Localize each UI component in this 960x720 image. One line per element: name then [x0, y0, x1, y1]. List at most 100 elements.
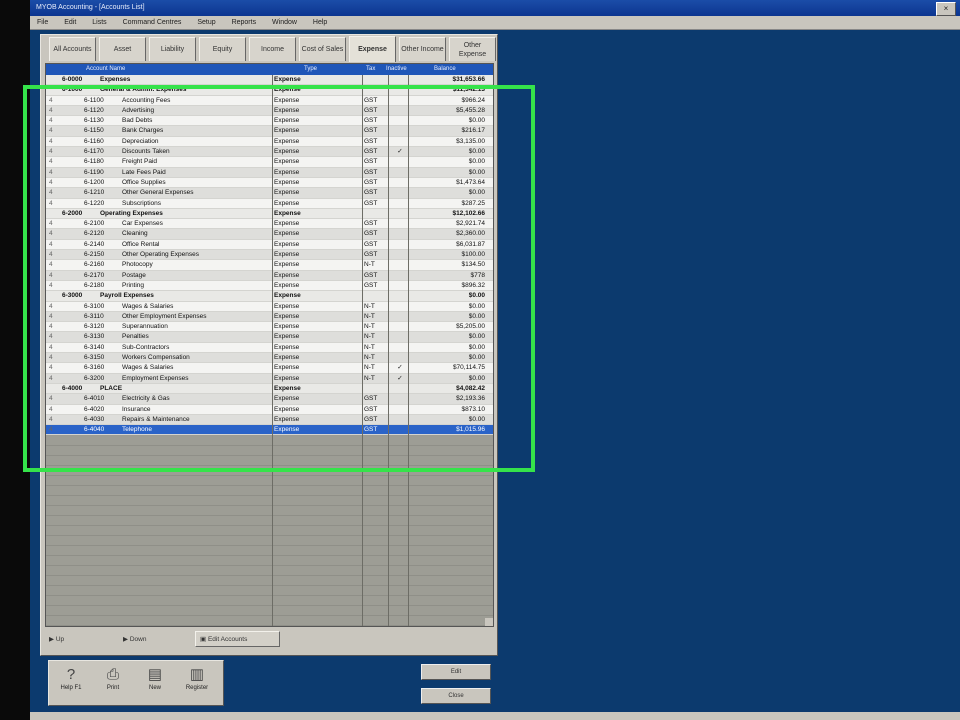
account-row[interactable]: 4 6-1120 Advertising Expense GST $5,455.28 — [46, 105, 493, 117]
account-row[interactable]: 6-2000 Operating Expenses Expense $12,102.6… — [46, 208, 493, 220]
tax-code: GST — [364, 137, 378, 145]
account-balance: $1,015.96 — [456, 426, 485, 434]
close-button[interactable]: × — [936, 2, 956, 16]
account-row[interactable]: 4 6-3110 Other Employment Expenses Expense N… — [46, 311, 493, 323]
account-row[interactable]: 4 6-1200 Office Supplies Expense GST $1,473.6… — [46, 177, 493, 189]
account-balance: $873.10 — [461, 405, 486, 413]
tab-expense[interactable]: Expense — [349, 36, 396, 62]
account-level: 4 — [49, 374, 53, 382]
radio-down[interactable]: ▶ Down — [123, 635, 146, 643]
edit-accounts-label: Edit Accounts — [207, 636, 248, 643]
tab-equity[interactable]: Equity — [199, 37, 246, 61]
account-row[interactable]: 4 6-3100 Wages & Salaries Expense N-T $0.00 — [46, 301, 493, 312]
account-row[interactable]: 4 6-1150 Bank Charges Expense GST $216.17 — [46, 126, 493, 137]
account-type: Expense — [274, 230, 300, 238]
account-row[interactable]: 4 6-1210 Other General Expenses Expense GST $… — [46, 188, 493, 199]
account-row[interactable]: 4 6-2100 Car Expenses Expense GST $2,921.74 — [46, 219, 493, 230]
menu-reports[interactable]: Reports — [225, 16, 264, 30]
account-row[interactable]: 4 6-1160 Depreciation Expense GST $3,135.00 — [46, 136, 493, 148]
column-header-tax[interactable]: Tax — [366, 64, 375, 75]
account-row[interactable]: 6-4000 PLACE Expense $4,082.42 — [46, 383, 493, 395]
account-number: 6-2180 — [84, 281, 105, 289]
account-name: Employment Expenses — [122, 374, 189, 382]
tab-asset[interactable]: Asset — [99, 37, 146, 61]
account-type: Expense — [274, 354, 300, 362]
account-level: 4 — [49, 96, 53, 104]
edit-accounts-button[interactable]: ▣ Edit Accounts — [195, 631, 280, 647]
account-row[interactable]: 4 6-1130 Bad Debts Expense GST $0.00 — [46, 116, 493, 127]
tax-code: GST — [364, 405, 378, 413]
account-row[interactable]: 4 6-4030 Repairs & Maintenance Expense GST $0… — [46, 414, 493, 426]
menu-lists[interactable]: Lists — [85, 16, 113, 30]
account-row[interactable]: 4 6-3130 Penalties Expense N-T $0.00 — [46, 332, 493, 343]
tax-code: N-T — [364, 364, 375, 372]
tab-liability[interactable]: Liability — [149, 37, 196, 61]
column-header-name[interactable]: Account Name — [86, 64, 125, 75]
account-type: Expense — [274, 240, 300, 248]
account-row[interactable]: 4 6-1100 Accounting Fees Expense GST $966.24 — [46, 95, 493, 106]
tax-code: GST — [364, 251, 378, 259]
account-type: Expense — [274, 209, 301, 217]
account-row[interactable]: 4 6-3150 Workers Compensation Expense N-T $0.… — [46, 353, 493, 364]
column-header-balance[interactable]: Balance — [434, 64, 456, 75]
menu-file[interactable]: File — [30, 16, 55, 30]
account-level: 4 — [49, 199, 53, 207]
account-row[interactable]: 4 6-4010 Electricity & Gas Expense GST $2,193… — [46, 394, 493, 405]
account-row[interactable]: 4 6-2180 Printing Expense GST $896.32 — [46, 280, 493, 292]
menu-window[interactable]: Window — [265, 16, 304, 30]
account-row[interactable]: 6-0000 Expenses Expense $31,653.66 — [46, 75, 493, 86]
account-number: 6-1150 — [84, 127, 104, 135]
tab-all-accounts[interactable]: All Accounts — [49, 37, 96, 61]
account-balance: $4,082.42 — [456, 384, 485, 392]
scrollbar-corner[interactable] — [485, 618, 493, 626]
account-balance: $2,360.00 — [456, 230, 485, 238]
tab-cost-of-sales[interactable]: Cost of Sales — [299, 37, 346, 61]
account-name: Discounts Taken — [122, 148, 170, 156]
account-name: Freight Paid — [122, 158, 158, 166]
account-row[interactable]: 4 6-4020 Insurance Expense GST $873.10 — [46, 404, 493, 415]
column-header-inactive[interactable]: Inactive — [386, 64, 407, 75]
column-header-type[interactable]: Type — [304, 64, 317, 75]
account-row[interactable]: 4 6-3160 Wages & Salaries Expense N-T ✓ $70,11… — [46, 363, 493, 374]
account-row[interactable]: 4 6-1190 Late Fees Paid Expense GST $0.00 — [46, 167, 493, 178]
account-level: 4 — [49, 261, 53, 269]
menu-edit[interactable]: Edit — [57, 16, 83, 30]
account-row[interactable]: 4 6-1170 Discounts Taken Expense GST ✓ $0.00 — [46, 147, 493, 158]
account-row[interactable]: 4 6-3120 Superannuation Expense N-T $5,205.00 — [46, 322, 493, 333]
tax-code: GST — [364, 271, 378, 279]
account-row[interactable]: 4 6-2140 Office Rental Expense GST $6,031.87 — [46, 239, 493, 251]
menu-help[interactable]: Help — [306, 16, 334, 30]
account-row[interactable]: 4 6-2160 Photocopy Expense N-T $134.50 — [46, 260, 493, 271]
print-button[interactable]: ⎙ Print — [95, 665, 131, 701]
status-bar — [30, 712, 960, 720]
radio-up[interactable]: ▶ Up — [49, 635, 64, 643]
account-type: Expense — [274, 189, 300, 197]
menu-command-centres[interactable]: Command Centres — [116, 16, 189, 30]
account-level: 4 — [49, 343, 53, 351]
account-row[interactable]: 4 6-2170 Postage Expense GST $778 — [46, 270, 493, 281]
account-type: Expense — [274, 384, 301, 392]
menu-setup[interactable]: Setup — [190, 16, 222, 30]
account-row[interactable]: 4 6-3140 Sub-Contractors Expense N-T $0.00 — [46, 342, 493, 354]
account-number: 6-4010 — [84, 395, 105, 403]
account-row[interactable]: 6-1000 General & Admin. Expenses Expense $1… — [46, 85, 493, 96]
close-window-button[interactable]: Close — [421, 688, 491, 704]
tab-income[interactable]: Income — [249, 37, 296, 61]
account-row[interactable]: 4 6-3200 Employment Expenses Expense N-T ✓ $0.… — [46, 373, 493, 384]
radio-up-label: Up — [55, 636, 65, 643]
account-row[interactable]: 6-3000 Payroll Expenses Expense $0.00 — [46, 291, 493, 302]
account-level: 4 — [49, 117, 53, 125]
account-level: 4 — [49, 230, 53, 238]
account-row[interactable]: 4 6-1220 Subscriptions Expense GST $287.25 — [46, 198, 493, 209]
tab-other-income[interactable]: Other Income — [399, 37, 446, 61]
account-row[interactable]: 4 6-1180 Freight Paid Expense GST $0.00 — [46, 157, 493, 168]
account-row[interactable]: 4 6-4040 Telephone Expense GST $1,015.96 — [46, 425, 493, 436]
tab-other-expense[interactable]: Other Expense — [449, 37, 496, 61]
account-row[interactable]: 4 6-2120 Cleaning Expense GST $2,360.00 — [46, 229, 493, 240]
edit-button[interactable]: Edit — [421, 664, 491, 680]
new-button[interactable]: ▤ New — [137, 665, 173, 701]
account-row[interactable]: 4 6-2150 Other Operating Expenses Expense GS… — [46, 250, 493, 261]
register-button[interactable]: ▥ Register — [179, 665, 215, 701]
radio-down-label: Down — [129, 636, 147, 643]
help-button[interactable]: ? Help F1 — [53, 665, 89, 701]
